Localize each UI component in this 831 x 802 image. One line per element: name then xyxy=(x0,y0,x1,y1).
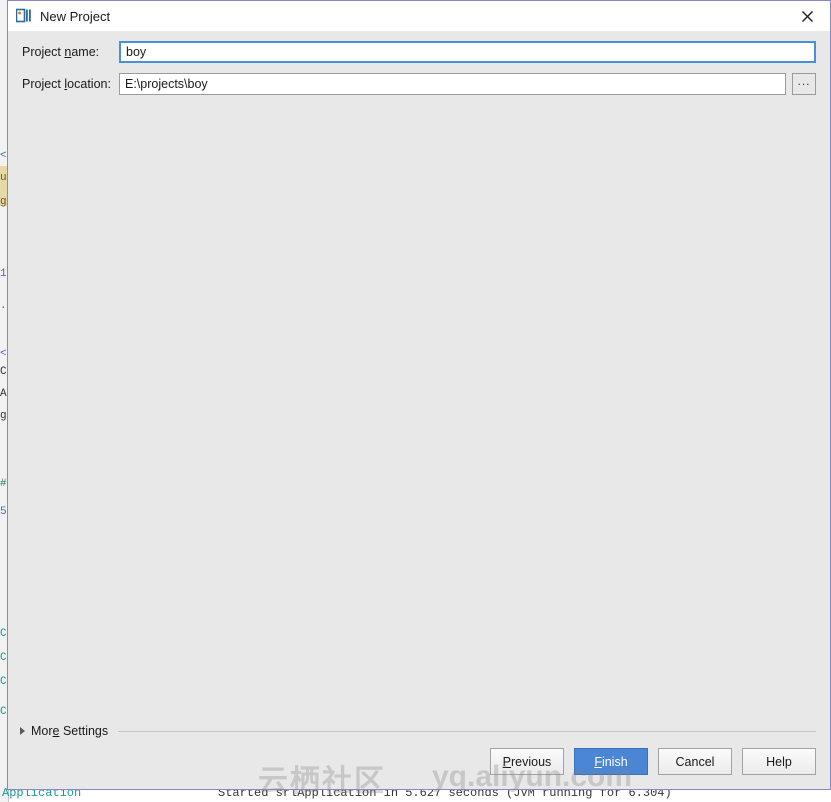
more-settings-label-after: Settings xyxy=(59,724,109,738)
dialog-content-area xyxy=(8,105,830,720)
intellij-idea-logo-icon xyxy=(15,8,32,24)
cancel-button-label: Cancel xyxy=(675,754,715,769)
previous-button-after: revious xyxy=(511,754,552,769)
project-location-label-after: ocation: xyxy=(67,77,111,91)
more-settings-section[interactable]: More Settings xyxy=(8,720,830,742)
dialog-title: New Project xyxy=(40,8,111,24)
cancel-button[interactable]: Cancel xyxy=(658,748,732,775)
finish-button-after: inish xyxy=(601,754,628,769)
project-name-label-after: ame: xyxy=(71,45,100,59)
finish-button-mnemonic: F xyxy=(594,754,602,769)
project-form: Project name: Project location: ... xyxy=(8,31,830,105)
close-button[interactable] xyxy=(785,1,830,31)
help-button[interactable]: Help xyxy=(742,748,816,775)
project-name-row: Project name: xyxy=(22,41,816,63)
project-name-label-before: Project xyxy=(22,45,65,59)
browse-location-button[interactable]: ... xyxy=(792,73,816,95)
project-location-row: Project location: ... xyxy=(22,73,816,95)
new-project-dialog: New Project Project name: Project locati… xyxy=(7,0,831,790)
dialog-titlebar: New Project xyxy=(8,1,830,31)
previous-button[interactable]: Previous xyxy=(490,748,564,775)
previous-button-mnemonic: P xyxy=(502,754,512,769)
project-name-label: Project name: xyxy=(22,45,119,59)
chevron-right-icon xyxy=(20,727,25,735)
project-location-label-before: Project xyxy=(22,77,65,91)
section-divider xyxy=(118,730,816,732)
help-button-label: Help xyxy=(766,754,792,769)
close-icon xyxy=(801,10,814,23)
project-location-label: Project location: xyxy=(22,77,119,91)
more-settings-label-before: Mor xyxy=(31,724,53,738)
project-location-input[interactable] xyxy=(119,73,786,95)
ellipsis-icon: ... xyxy=(797,74,811,88)
more-settings-label: More Settings xyxy=(31,724,108,738)
project-name-input[interactable] xyxy=(119,41,816,63)
dialog-footer: Previous Finish Cancel Help xyxy=(8,748,830,789)
finish-button[interactable]: Finish xyxy=(574,748,648,775)
